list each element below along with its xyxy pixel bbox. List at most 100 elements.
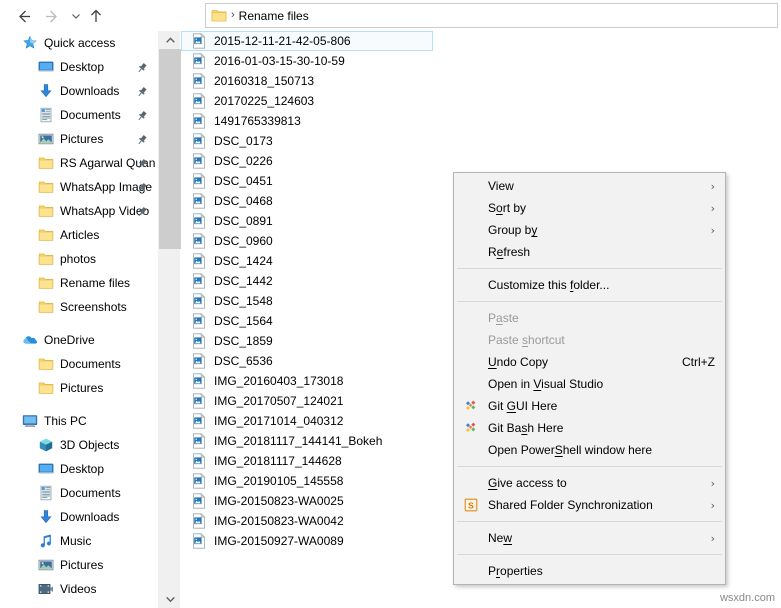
nav-group-quick-access[interactable]: Quick access [0,31,158,55]
menu-item-label: Customize this folder... [488,278,610,292]
pin-icon[interactable] [134,84,150,100]
menu-item-group-by[interactable]: Group by › [454,219,725,241]
file-list-item[interactable]: DSC_0960 [181,231,433,251]
file-list-item[interactable]: DSC_1424 [181,251,433,271]
file-list-item[interactable]: 20160318_150713 [181,71,433,91]
image-file-icon [191,353,207,369]
file-list-item[interactable]: DSC_1564 [181,311,433,331]
file-list-item[interactable]: IMG-20150823-WA0042 [181,511,433,531]
file-list-item[interactable]: IMG_20160403_173018 [181,371,433,391]
menu-item-properties[interactable]: Properties [454,560,725,582]
menu-item-label: View [488,179,514,193]
nav-item-documents[interactable]: Documents [0,481,158,505]
nav-item-documents[interactable]: Documents [0,352,158,376]
menu-item-refresh[interactable]: Refresh [454,241,725,263]
scroll-down-arrow-icon[interactable] [159,590,181,608]
file-list-item[interactable]: IMG_20181117_144628 [181,451,433,471]
menu-item-new[interactable]: New › [454,527,725,549]
menu-item-open-in-visual-studio[interactable]: Open in Visual Studio [454,373,725,395]
pin-icon[interactable] [134,60,150,76]
scroll-up-arrow-icon[interactable] [159,31,181,49]
forward-button[interactable] [40,4,64,28]
back-button[interactable] [12,4,36,28]
menu-item-give-access-to[interactable]: Give access to › [454,472,725,494]
nav-group-this-pc[interactable]: This PC [0,409,158,433]
file-list-item[interactable]: DSC_0468 [181,191,433,211]
nav-item-desktop[interactable]: Desktop [0,457,158,481]
pin-icon[interactable] [134,204,150,220]
file-list-item[interactable]: 2016-01-03-15-30-10-59 [181,51,433,71]
nav-item-downloads[interactable]: Downloads [0,79,158,103]
nav-item-rename-files[interactable]: Rename files [0,271,158,295]
nav-item-label: Articles [60,228,100,242]
nav-group-label: OneDrive [44,333,95,347]
file-name-label: DSC_1442 [214,274,273,288]
file-list-item[interactable]: DSC_1859 [181,331,433,351]
file-list-item[interactable]: IMG_20171014_040312 [181,411,433,431]
menu-item-open-powershell-window-here[interactable]: Open PowerShell window here [454,439,725,461]
nav-item-whatsapp-video[interactable]: WhatsApp Video [0,199,158,223]
menu-item-paste-shortcut: Paste shortcut [454,329,725,351]
file-list-item[interactable]: IMG_20170507_124021 [181,391,433,411]
image-file-icon [191,113,207,129]
file-list-item[interactable]: DSC_0226 [181,151,433,171]
menu-item-shared-folder-synchronization[interactable]: S Shared Folder Synchronization › [454,494,725,516]
file-list-item[interactable]: 2015-12-11-21-42-05-806 [181,31,433,51]
file-list-item[interactable]: 1491765339813 [181,111,433,131]
nav-item-photos[interactable]: photos [0,247,158,271]
this-pc-icon [22,413,38,429]
file-name-label: DSC_0173 [214,134,273,148]
nav-item-pictures[interactable]: Pictures [0,127,158,151]
menu-item-undo-copy[interactable]: Undo Copy Ctrl+Z [454,351,725,373]
file-list-item[interactable]: IMG_20190105_145558 [181,471,433,491]
pin-icon[interactable] [134,156,150,172]
watermark: wsxdn.com [719,592,775,604]
nav-item-3d-objects[interactable]: 3D Objects [0,433,158,457]
file-list-item[interactable]: 20170225_124603 [181,91,433,111]
pin-icon[interactable] [134,132,150,148]
file-list-item[interactable]: DSC_0891 [181,211,433,231]
nav-item-documents[interactable]: Documents [0,103,158,127]
nav-item-pictures[interactable]: Pictures [0,376,158,400]
nav-item-label: Music [60,534,92,548]
nav-item-music[interactable]: Music [0,529,158,553]
pin-icon[interactable] [134,180,150,196]
menu-item-git-bash-here[interactable]: Git Bash Here [454,417,725,439]
nav-group-onedrive[interactable]: OneDrive [0,328,158,352]
address-bar[interactable]: › Rename files [205,3,778,28]
nav-item-label: Downloads [60,510,120,524]
nav-item-articles[interactable]: Articles [0,223,158,247]
context-menu[interactable]: View › Sort by › Group by › Refresh Customize t… [453,172,726,585]
menu-item-git-gui-here[interactable]: Git GUI Here [454,395,725,417]
submenu-arrow-icon: › [710,498,715,512]
nav-item-screenshots[interactable]: Screenshots [0,295,158,319]
breadcrumb-separator[interactable]: › [229,9,239,22]
scrollbar-thumb[interactable] [159,49,181,249]
menu-item-view[interactable]: View › [454,175,725,197]
file-list-item[interactable]: IMG_20181117_144141_Bokeh [181,431,433,451]
file-list-item[interactable]: DSC_1548 [181,291,433,311]
nav-item-desktop[interactable]: Desktop [0,55,158,79]
file-list-item[interactable]: DSC_0173 [181,131,433,151]
file-list-item[interactable]: DSC_1442 [181,271,433,291]
file-name-label: 20170225_124603 [214,94,315,108]
up-one-level-button[interactable] [84,4,108,28]
breadcrumb-path[interactable]: Rename files [239,9,309,23]
nav-item-pictures[interactable]: Pictures [0,553,158,577]
navigation-pane-scrollbar[interactable] [158,31,181,608]
folder-icon [38,275,54,291]
nav-item-rs-agarwal-quan[interactable]: RS Agarwal Quan [0,151,158,175]
file-list-item[interactable]: IMG-20150823-WA0025 [181,491,433,511]
nav-item-whatsapp-image[interactable]: WhatsApp Image [0,175,158,199]
menu-item-customize-this-folder[interactable]: Customize this folder... [454,274,725,296]
file-list-item[interactable]: DSC_0451 [181,171,433,191]
file-list-item[interactable]: IMG-20150927-WA0089 [181,531,433,551]
menu-accelerator-char: y [531,223,538,237]
file-name-label: 20160318_150713 [214,74,315,88]
nav-item-downloads[interactable]: Downloads [0,505,158,529]
menu-item-sort-by[interactable]: Sort by › [454,197,725,219]
nav-item-videos[interactable]: Videos [0,577,158,601]
file-list-item[interactable]: DSC_6536 [181,351,433,371]
image-file-icon [191,313,207,329]
pin-icon[interactable] [134,108,150,124]
